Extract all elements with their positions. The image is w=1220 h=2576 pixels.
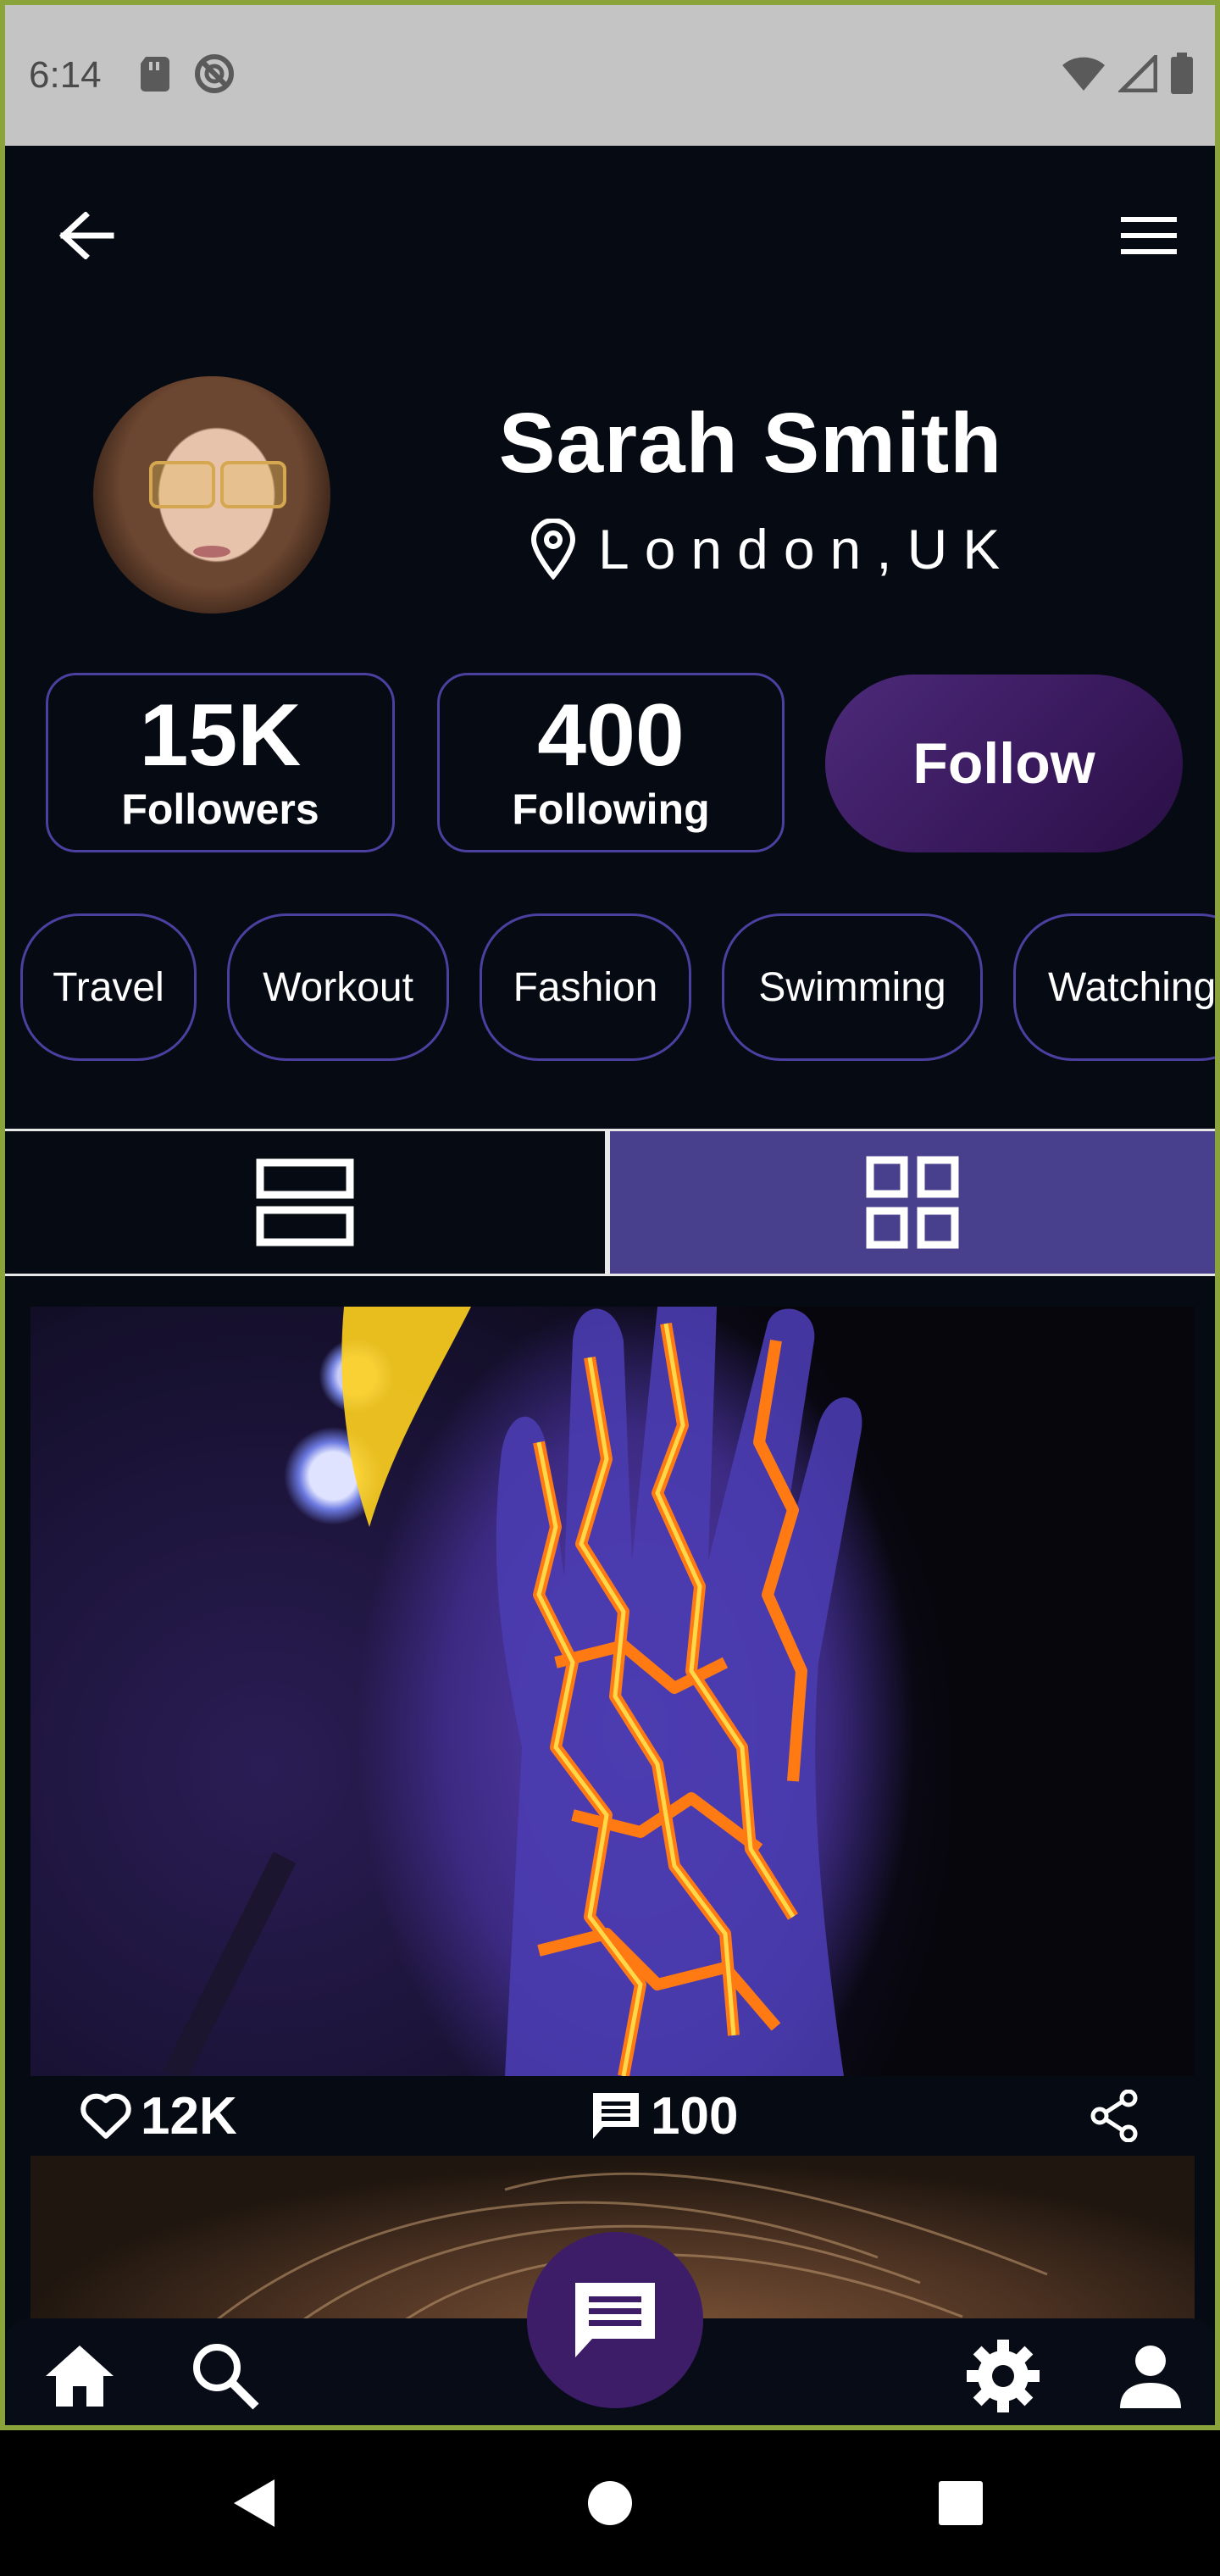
list-view-icon xyxy=(256,1158,354,1246)
comment-action[interactable]: 100 xyxy=(590,2076,738,2156)
follow-button[interactable]: Follow xyxy=(825,675,1183,852)
square-recents-icon xyxy=(939,2481,983,2525)
chip-watching[interactable]: Watching xyxy=(1013,913,1215,1061)
interest-chips: Travel Workout Fashion Swimming Watching xyxy=(20,913,1215,1063)
chat-icon xyxy=(575,2283,655,2357)
map-pin-icon xyxy=(530,519,576,580)
home-icon xyxy=(46,2346,114,2407)
post-image[interactable] xyxy=(30,1307,1195,2076)
following-label: Following xyxy=(512,786,710,833)
followers-label: Followers xyxy=(121,786,319,833)
chip-fashion[interactable]: Fashion xyxy=(480,913,691,1061)
heart-icon xyxy=(80,2093,131,2139)
nav-settings[interactable] xyxy=(962,2335,1044,2417)
profile-name: Sarah Smith xyxy=(498,396,1003,491)
post-actions: 12K 100 xyxy=(30,2076,1195,2156)
system-back-button[interactable] xyxy=(220,2469,288,2537)
status-time: 6:14 xyxy=(29,54,102,96)
signal-icon xyxy=(1116,51,1158,97)
comment-count: 100 xyxy=(651,2086,739,2146)
status-bar: 6:14 xyxy=(5,5,1215,146)
share-icon xyxy=(1090,2090,1138,2142)
chat-fab[interactable] xyxy=(527,2232,703,2408)
chip-workout[interactable]: Workout xyxy=(227,913,449,1061)
avatar-detail xyxy=(220,461,286,508)
chip-swimming[interactable]: Swimming xyxy=(722,913,983,1061)
avatar-detail xyxy=(149,461,215,508)
app-bar xyxy=(5,146,1215,324)
search-icon xyxy=(193,2344,259,2410)
followers-count: 15K xyxy=(139,686,302,785)
menu-button[interactable] xyxy=(1115,202,1183,269)
status-right-icons xyxy=(1061,51,1195,99)
do-not-disturb-icon xyxy=(193,53,236,99)
system-recents-button[interactable] xyxy=(927,2469,995,2537)
view-toggle xyxy=(5,1129,1215,1276)
settings-icon xyxy=(967,2340,1040,2412)
comment-icon xyxy=(593,2093,639,2139)
status-left-icons xyxy=(139,53,236,99)
chip-travel[interactable]: Travel xyxy=(20,913,197,1061)
like-action[interactable]: 12K xyxy=(80,2076,237,2156)
like-count: 12K xyxy=(141,2086,237,2146)
grid-view-tab[interactable] xyxy=(610,1131,1215,1274)
circle-home-icon xyxy=(588,2481,632,2525)
system-home-button[interactable] xyxy=(576,2469,644,2537)
following-stat[interactable]: 400 Following xyxy=(437,673,785,852)
arrow-back-icon xyxy=(58,212,114,259)
nav-search[interactable] xyxy=(185,2335,266,2417)
neon-hand-photo xyxy=(163,1307,862,2076)
wifi-icon xyxy=(1061,55,1106,97)
location-text: London,UK xyxy=(598,518,1016,580)
followers-stat[interactable]: 15K Followers xyxy=(46,673,395,852)
profile-location: London,UK xyxy=(530,517,1015,581)
nav-profile[interactable] xyxy=(1110,2335,1191,2417)
avatar[interactable] xyxy=(93,376,330,613)
hamburger-menu-icon xyxy=(1121,217,1177,254)
grid-view-icon xyxy=(866,1156,959,1249)
system-navigation-bar xyxy=(0,2430,1220,2576)
avatar-detail xyxy=(193,546,230,558)
triangle-back-icon xyxy=(234,2479,274,2527)
app-screen: 6:14 Sarah Smith London,UK 15K Followers… xyxy=(0,0,1220,2430)
nav-home[interactable] xyxy=(39,2335,120,2417)
sd-card-icon xyxy=(139,55,171,97)
share-action[interactable] xyxy=(1090,2076,1139,2156)
following-count: 400 xyxy=(537,686,685,785)
list-view-tab[interactable] xyxy=(5,1131,610,1274)
profile-icon xyxy=(1120,2346,1181,2408)
battery-icon xyxy=(1169,52,1195,99)
back-button[interactable] xyxy=(53,202,120,269)
